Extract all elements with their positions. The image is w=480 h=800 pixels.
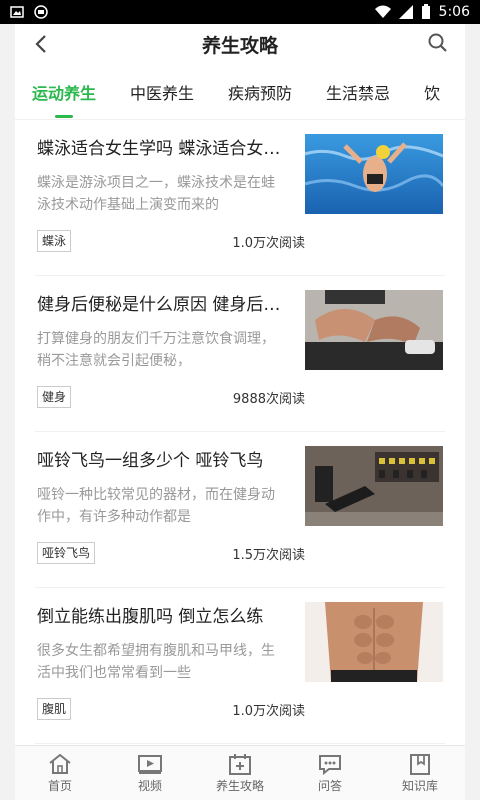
article-desc: 蝶泳是游泳项目之一，蝶泳技术是在蛙泳技术动作基础上演变而来的 bbox=[37, 175, 275, 213]
article-tag[interactable]: 健身 bbox=[37, 386, 72, 408]
article-desc: 很多女生都希望拥有腹肌和马甲线，生活中我们也常常看到一些 bbox=[37, 643, 275, 681]
nav-label: 养生攻略 bbox=[215, 778, 264, 793]
article-desc: 哑铃一种比较常见的器材，而在健身动作中，有许多种动作都是 bbox=[37, 487, 275, 525]
article-item[interactable]: 哑铃飞鸟一组多少个 哑铃飞鸟 哑铃一种比较常见的器材，而在健身动作中，有许多种动… bbox=[35, 432, 445, 588]
search-icon bbox=[428, 33, 447, 52]
tab-life-taboos[interactable]: 生活禁忌 bbox=[309, 64, 407, 119]
article-item[interactable]: 倒立能练出腹肌吗 倒立怎么练 很多女生都希望拥有腹肌和马甲线，生活中我们也常常看… bbox=[35, 588, 445, 744]
video-icon bbox=[138, 754, 162, 774]
wifi-icon bbox=[374, 5, 391, 18]
article-reads: 1.5万次阅读 bbox=[232, 548, 305, 563]
book-icon bbox=[410, 753, 430, 775]
nav-label: 视频 bbox=[137, 778, 162, 793]
top-bar: 养生攻略 bbox=[15, 24, 465, 64]
image-notification-icon bbox=[10, 6, 24, 18]
status-bar: 5:06 bbox=[0, 0, 480, 24]
nav-health-guide[interactable]: 养生攻略 bbox=[195, 746, 285, 800]
nav-label: 问答 bbox=[317, 778, 342, 793]
nav-video[interactable]: 视频 bbox=[105, 746, 195, 800]
article-tag[interactable]: 腹肌 bbox=[37, 698, 72, 720]
article-title: 哑铃飞鸟一组多少个 哑铃飞鸟 bbox=[37, 451, 264, 471]
signal-icon bbox=[398, 5, 413, 19]
home-icon bbox=[49, 753, 71, 774]
app-notification-icon bbox=[34, 5, 48, 19]
article-desc: 打算健身的朋友们千万注意饮食调理，稍不注意就会引起便秘， bbox=[37, 331, 275, 369]
article-title: 倒立能练出腹肌吗 倒立怎么练 bbox=[37, 607, 264, 627]
nav-knowledge-base[interactable]: 知识库 bbox=[375, 746, 465, 800]
article-list: 蝶泳适合女生学吗 蝶泳适合女生学吗 蝶泳是游泳项目之一，蝶泳技术是在蛙泳技术动作… bbox=[15, 120, 465, 745]
gym-photo bbox=[305, 446, 443, 526]
status-time: 5:06 bbox=[438, 4, 470, 20]
app-frame: 养生攻略 运动养生 中医养生 疾病预防 生活禁忌 饮 蝶泳适合女生学吗 蝶泳适合… bbox=[15, 24, 465, 800]
tab-sports-health[interactable]: 运动养生 bbox=[15, 64, 113, 119]
abs-photo bbox=[305, 602, 443, 682]
page-title: 养生攻略 bbox=[201, 34, 278, 57]
article-tag[interactable]: 蝶泳 bbox=[37, 230, 72, 252]
article-title: 蝶泳适合女生学吗 蝶泳适合女生学吗 bbox=[37, 139, 292, 159]
tab-diet[interactable]: 饮 bbox=[407, 64, 457, 119]
battery-icon bbox=[421, 4, 430, 19]
category-tabs: 运动养生 中医养生 疾病预防 生活禁忌 饮 bbox=[15, 64, 465, 120]
nav-label: 首页 bbox=[47, 778, 72, 793]
calendar-plus-icon bbox=[229, 753, 251, 775]
back-button[interactable] bbox=[29, 32, 53, 56]
search-button[interactable] bbox=[425, 30, 451, 56]
nav-label: 知识库 bbox=[401, 778, 438, 793]
article-title: 健身后便秘是什么原因 健身后便秘 bbox=[37, 295, 292, 315]
article-reads: 1.0万次阅读 bbox=[232, 704, 305, 719]
bottom-nav: 首页 视频 养生攻略 问答 知识库 bbox=[15, 745, 465, 800]
chevron-left-icon bbox=[35, 35, 46, 53]
swimmer-photo bbox=[305, 134, 443, 214]
article-reads: 1.0万次阅读 bbox=[232, 236, 305, 251]
tab-disease-prevention[interactable]: 疾病预防 bbox=[211, 64, 309, 119]
nav-home[interactable]: 首页 bbox=[15, 746, 105, 800]
fitness-legs-photo bbox=[305, 290, 443, 370]
article-reads: 9888次阅读 bbox=[232, 392, 305, 407]
article-tag[interactable]: 哑铃飞鸟 bbox=[37, 542, 96, 564]
chat-icon bbox=[319, 754, 341, 775]
article-item[interactable]: 蝶泳适合女生学吗 蝶泳适合女生学吗 蝶泳是游泳项目之一，蝶泳技术是在蛙泳技术动作… bbox=[35, 120, 445, 276]
tab-tcm-health[interactable]: 中医养生 bbox=[113, 64, 211, 119]
article-item[interactable]: 健身后便秘是什么原因 健身后便秘 打算健身的朋友们千万注意饮食调理，稍不注意就会… bbox=[35, 276, 445, 432]
nav-qa[interactable]: 问答 bbox=[285, 746, 375, 800]
